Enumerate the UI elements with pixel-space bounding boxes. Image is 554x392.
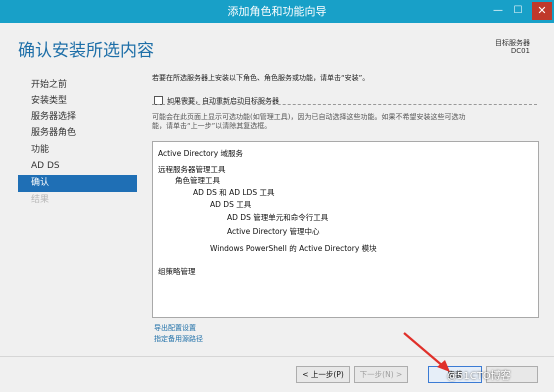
watermark-text: @51CTO博客 <box>447 371 511 382</box>
annotation-arrow-icon <box>403 332 450 372</box>
